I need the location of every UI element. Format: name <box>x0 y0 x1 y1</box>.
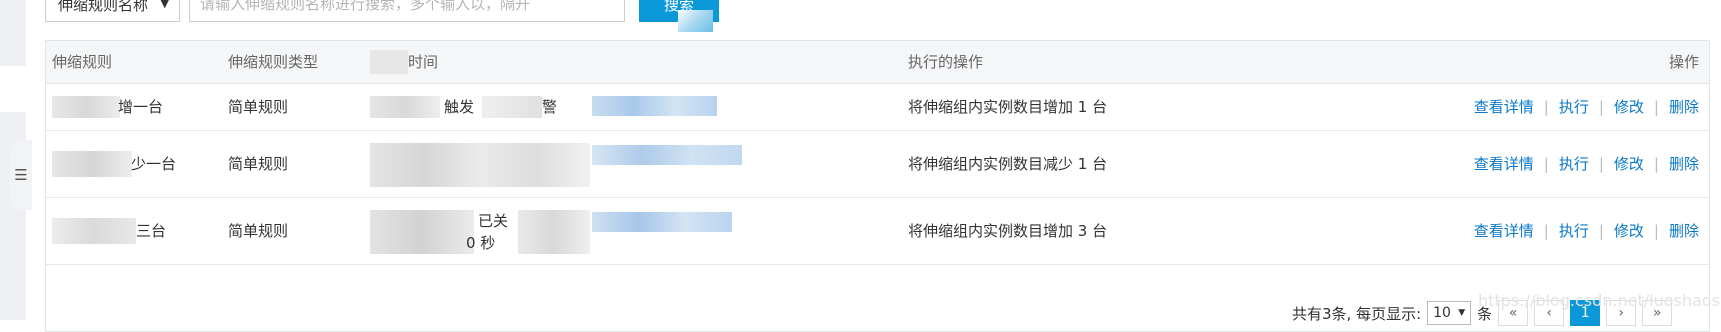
row-actions: 查看详情 | 执行 | 修改 | 删除 <box>1474 220 1699 241</box>
separator: | <box>1598 97 1604 116</box>
separator: | <box>1653 97 1659 116</box>
rule-description: 触发 <box>444 98 475 116</box>
row-actions: 查看详情 | 执行 | 修改 | 删除 <box>1474 153 1699 174</box>
scaling-rules-table: 伸缩规则 伸缩规则类型 时间 执行的操作 操作 增一台 简单规则 触发 警 将伸… <box>45 40 1710 332</box>
separator: | <box>1543 97 1549 116</box>
redacted-region <box>370 50 408 74</box>
search-input[interactable] <box>189 0 625 22</box>
redacted-region <box>678 10 713 32</box>
select-value: 伸缩规则名称 <box>58 0 149 14</box>
header-operation: 执行的操作 <box>908 53 984 71</box>
rule-type: 简单规则 <box>228 222 289 240</box>
rule-type: 简单规则 <box>228 155 289 173</box>
search-field-select[interactable]: 伸缩规则名称 ▼ <box>45 0 180 22</box>
separator: | <box>1598 221 1604 240</box>
redacted-region <box>592 212 732 232</box>
table-row: 少一台 简单规则 将伸缩组内实例数目减少 1 台 查看详情 | 执行 | 修改 … <box>46 131 1709 198</box>
view-details-link[interactable]: 查看详情 <box>1474 96 1534 117</box>
execute-link[interactable]: 执行 <box>1559 153 1589 174</box>
redacted-region <box>52 96 120 118</box>
header-actions: 操作 <box>1668 53 1699 71</box>
separator: | <box>1653 221 1659 240</box>
sidebar-toggle-tab[interactable]: ☰ <box>10 140 32 210</box>
watermark: https://blog.csdn.net/luoshaoshuai <box>1478 291 1721 310</box>
rule-description-tail: 0 秒 <box>466 234 496 252</box>
table-header: 伸缩规则 伸缩规则类型 时间 执行的操作 操作 <box>46 41 1709 84</box>
separator: | <box>1653 154 1659 173</box>
page-size-value: 10 <box>1433 305 1451 321</box>
header-time: 时间 <box>408 53 439 71</box>
delete-link[interactable]: 删除 <box>1669 220 1699 241</box>
rule-operation: 将伸缩组内实例数目增加 3 台 <box>908 222 1108 240</box>
rule-type: 简单规则 <box>228 98 289 116</box>
execute-link[interactable]: 执行 <box>1559 220 1589 241</box>
redacted-region <box>370 96 440 118</box>
view-details-link[interactable]: 查看详情 <box>1474 220 1534 241</box>
row-actions: 查看详情 | 执行 | 修改 | 删除 <box>1474 96 1699 117</box>
redacted-region <box>370 210 474 254</box>
rule-description: 已关 <box>478 212 509 230</box>
rule-operation: 将伸缩组内实例数目增加 1 台 <box>908 98 1108 116</box>
rule-description-tail: 警 <box>542 98 558 116</box>
view-details-link[interactable]: 查看详情 <box>1474 153 1534 174</box>
rule-name: 增一台 <box>118 98 164 116</box>
chevron-down-icon: ▼ <box>160 0 169 10</box>
separator: | <box>1598 154 1604 173</box>
header-type: 伸缩规则类型 <box>228 53 319 71</box>
redacted-region <box>482 96 542 118</box>
chevron-down-icon: ▼ <box>1458 308 1466 318</box>
delete-link[interactable]: 删除 <box>1669 96 1699 117</box>
redacted-region <box>518 210 590 254</box>
table-row: 三台 简单规则 已关 0 秒 将伸缩组内实例数目增加 3 台 查看详情 | 执行… <box>46 198 1709 265</box>
redacted-region <box>52 218 136 244</box>
separator: | <box>1543 221 1549 240</box>
rule-name: 三台 <box>136 222 167 240</box>
menu-icon: ☰ <box>14 166 28 184</box>
table-row: 增一台 简单规则 触发 警 将伸缩组内实例数目增加 1 台 查看详情 | 执行 … <box>46 84 1709 131</box>
redacted-region <box>52 151 132 177</box>
execute-link[interactable]: 执行 <box>1559 96 1589 117</box>
edit-link[interactable]: 修改 <box>1614 220 1644 241</box>
redacted-region <box>370 143 590 187</box>
redacted-region <box>592 96 717 116</box>
rule-operation: 将伸缩组内实例数目减少 1 台 <box>908 155 1108 173</box>
rail-gap <box>0 66 26 112</box>
redacted-region <box>592 145 742 165</box>
edit-link[interactable]: 修改 <box>1614 96 1644 117</box>
rule-name: 少一台 <box>131 155 177 173</box>
page-size-select[interactable]: 10 ▼ <box>1427 301 1472 325</box>
edit-link[interactable]: 修改 <box>1614 153 1644 174</box>
header-rule: 伸缩规则 <box>52 53 113 71</box>
delete-link[interactable]: 删除 <box>1669 153 1699 174</box>
separator: | <box>1543 154 1549 173</box>
total-count-label: 共有3条, 每页显示: <box>1292 304 1422 323</box>
